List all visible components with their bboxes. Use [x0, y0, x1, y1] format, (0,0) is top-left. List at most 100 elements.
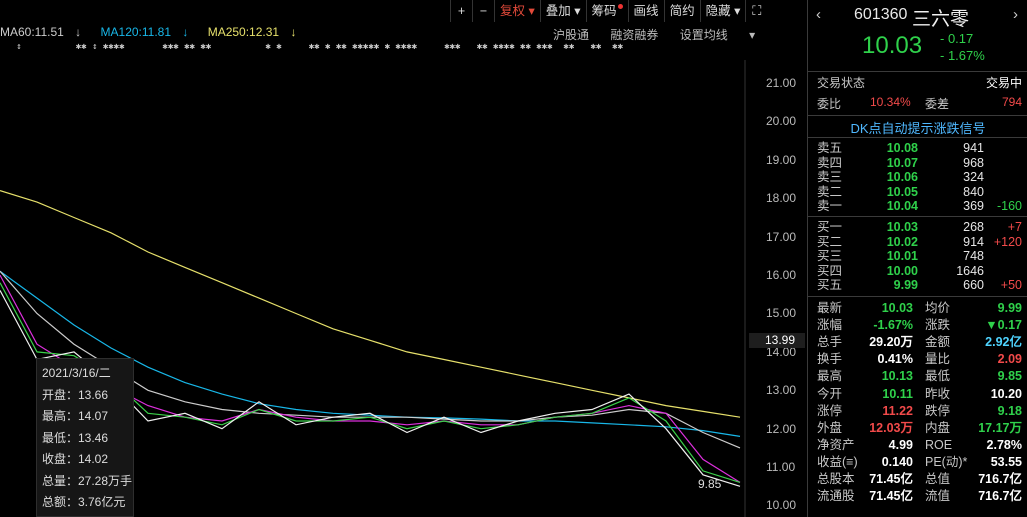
stat-label: 涨停	[817, 403, 843, 418]
stat-value: 9.85	[997, 369, 1022, 384]
tooltip-low: 最低：13.46	[42, 430, 109, 445]
stat-row: 流通股 71.45亿 流值 716.7亿	[808, 488, 1027, 505]
bid-level: 买一	[817, 220, 843, 234]
tooltip-close: 收盘：14.02	[42, 452, 109, 466]
trade-status-row: 交易状态 交易中	[808, 74, 1027, 91]
stat-label: 今开	[817, 386, 843, 401]
bid-row[interactable]: 买四 10.00 1646	[808, 264, 1027, 279]
bid-price: 10.01	[886, 249, 918, 264]
stat-label: 净资产	[817, 437, 855, 452]
price-change-pct: - 1.67%	[940, 48, 985, 63]
stat-label: ROE	[925, 437, 953, 452]
hgt-button[interactable]: 沪股通	[553, 28, 589, 42]
stat-label: 涨幅	[817, 318, 843, 333]
price-block: 10.03 - 0.17 - 1.67%	[808, 30, 1027, 66]
candle-tooltip: 2021/3/16/二 开盘：13.66 最高：14.07 最低：13.46 收…	[36, 358, 134, 517]
ask-row[interactable]: 卖五 10.08 941	[808, 141, 1027, 156]
y-tick-label: 21.00	[766, 76, 797, 91]
fullscreen-icon[interactable]: ⛶	[745, 0, 767, 22]
weicha-label: 委差	[925, 97, 950, 111]
trade-status-label: 交易状态	[817, 76, 866, 90]
stat-row: 总股本 71.45亿 总值 716.7亿	[808, 471, 1027, 488]
y-tick-label: 10.00	[766, 498, 797, 513]
fuquan-button[interactable]: 复权 ▾	[494, 0, 540, 22]
current-price-tag: 13.99	[749, 333, 805, 348]
stat-value: 12.03万	[869, 420, 913, 435]
stat-value: 10.03	[881, 301, 913, 315]
stat-value: 0.41%	[877, 352, 913, 367]
ask-level: 卖四	[817, 155, 843, 170]
stat-label: 涨跌	[925, 318, 951, 333]
y-tick-label: 19.00	[766, 152, 797, 167]
stock-header: ‹ 601360 三六零 ›	[808, 4, 1027, 30]
bid-level: 买五	[817, 278, 843, 293]
y-tick-label: 20.00	[766, 114, 797, 129]
stat-label: 内盘	[925, 420, 951, 435]
divider	[808, 296, 1027, 297]
ask-level: 卖三	[817, 170, 843, 185]
stat-row: 今开 10.11 昨收 10.20	[808, 386, 1027, 403]
stat-label: 总手	[817, 335, 843, 350]
chouma-button[interactable]: 筹码	[585, 0, 628, 22]
jianyue-button[interactable]: 简约	[663, 0, 700, 22]
weibi-value: 10.34%	[870, 95, 911, 109]
kline-chart-area[interactable]: + − 复权 ▾ 叠加 ▾ 筹码 画线 简约 隐藏 ▾ ⛶ MA60:11.51…	[0, 0, 806, 517]
ask-volume: 369	[963, 199, 984, 214]
zoom-in-button[interactable]: +	[450, 0, 472, 22]
ask-row[interactable]: 卖四 10.07 968	[808, 156, 1027, 171]
stat-row: 外盘 12.03万 内盘 17.17万	[808, 420, 1027, 437]
yincang-button[interactable]: 隐藏 ▾	[699, 0, 746, 22]
stat-value: 9.99	[997, 301, 1022, 315]
tooltip-high: 最高：14.07	[42, 409, 109, 423]
stat-value: -1.67%	[873, 318, 913, 333]
y-tick-label: 12.00	[766, 421, 797, 436]
diejia-button[interactable]: 叠加 ▾	[539, 0, 586, 22]
stock-code: 601360	[854, 6, 908, 23]
stat-value: 9.18	[997, 403, 1022, 418]
tooltip-amount: 总额：3.76亿元	[42, 495, 126, 509]
forward-chevron-icon[interactable]: ›	[1013, 6, 1018, 23]
bid-change: +120	[993, 234, 1022, 249]
stat-value: 71.45亿	[869, 489, 913, 504]
ask-row[interactable]: 卖一 10.04 369 -160	[808, 199, 1027, 214]
stat-row: 最新 10.03 均价 9.99	[808, 300, 1027, 317]
bid-level: 买二	[817, 234, 843, 249]
bid-row[interactable]: 买五 9.99 660 +50	[808, 278, 1027, 293]
stat-value: 10.20	[990, 386, 1022, 401]
divider	[808, 216, 1027, 217]
ask-row[interactable]: 卖二 10.05 840	[808, 185, 1027, 200]
ma-legend: MA60:11.51 ↓ MA120:11.81 ↓ MA250:12.31 ↓	[0, 25, 312, 39]
bid-row[interactable]: 买三 10.01 748	[808, 249, 1027, 264]
weibi-row: 委比 10.34% 委差 794	[808, 95, 1027, 112]
bid-volume: 660	[963, 278, 984, 293]
stat-row: 换手 0.41% 量比 2.09	[808, 351, 1027, 368]
stat-value: 53.55	[990, 454, 1022, 469]
bid-level: 买三	[817, 249, 843, 264]
rzrq-button[interactable]: 融资融券	[610, 28, 658, 42]
stat-row: 涨停 11.22 跌停 9.18	[808, 403, 1027, 420]
ask-level: 卖五	[817, 141, 843, 155]
stat-row: 最高 10.13 最低 9.85	[808, 368, 1027, 385]
zoom-out-button[interactable]: −	[472, 0, 494, 22]
back-chevron-icon[interactable]: ‹	[816, 6, 821, 23]
chart-subtoolbar: 沪股通 融资融券 设置均线 ▾	[553, 26, 773, 43]
y-tick-label: 18.00	[766, 191, 797, 206]
stat-label: 外盘	[817, 420, 843, 435]
ask-row[interactable]: 卖三 10.06 324	[808, 170, 1027, 185]
y-tick-label: 11.00	[766, 460, 796, 475]
weibi-label: 委比	[817, 97, 842, 111]
dk-signal-link[interactable]: DK点自动提示涨跌信号	[808, 118, 1027, 136]
ask-change: -160	[996, 199, 1022, 214]
low-price-label: 9.85	[698, 477, 722, 491]
ask-level: 卖一	[817, 199, 843, 214]
huaxian-button[interactable]: 画线	[627, 0, 664, 22]
stat-label: 最低	[925, 369, 951, 384]
ma-settings-button[interactable]: 设置均线 ▾	[680, 28, 755, 42]
bid-price: 10.03	[886, 220, 918, 234]
bid-row[interactable]: 买一 10.03 268 +7	[808, 220, 1027, 235]
stat-label: 金额	[925, 335, 951, 350]
stat-value: 10.13	[881, 369, 913, 384]
stat-label: PE(动)*	[925, 454, 968, 469]
ma120-label: MA120:11.81 ↓	[100, 25, 189, 39]
bid-row[interactable]: 买二 10.02 914 +120	[808, 235, 1027, 250]
